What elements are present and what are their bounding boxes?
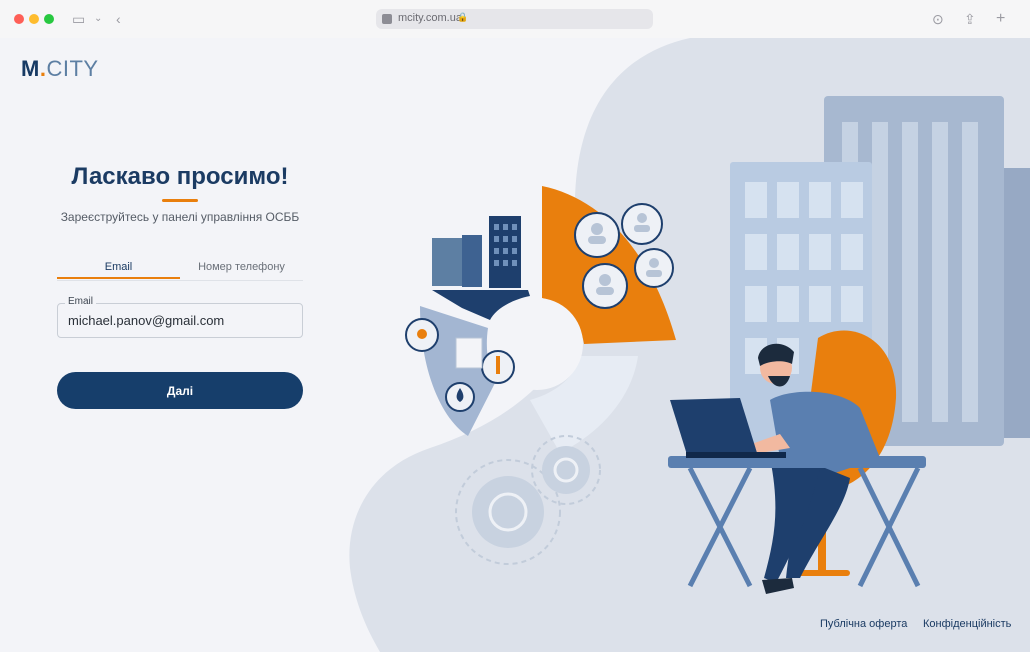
active-tab-indicator bbox=[57, 277, 180, 279]
email-input[interactable] bbox=[68, 311, 292, 329]
close-window-button[interactable] bbox=[14, 14, 24, 24]
minimize-window-button[interactable] bbox=[29, 14, 39, 24]
email-field-label: Email bbox=[65, 296, 97, 307]
login-method-tabs: Email Номер телефону bbox=[57, 258, 303, 281]
chevron-down-icon[interactable]: ⌄ bbox=[94, 10, 102, 28]
share-icon[interactable]: ⇪ bbox=[964, 10, 976, 28]
title-underline bbox=[162, 199, 198, 202]
sidebar-icon[interactable]: ▭ bbox=[72, 10, 85, 28]
email-field: Email bbox=[57, 296, 303, 338]
address-url: mcity.com.ua bbox=[398, 12, 462, 24]
logo-city: CITY bbox=[46, 56, 99, 81]
page-content: M.CITY Ласкаво просимо! Зареєструйтесь у… bbox=[0, 38, 1030, 652]
next-button[interactable]: Далі bbox=[57, 372, 303, 409]
hero-illustration bbox=[349, 38, 1030, 652]
back-icon[interactable]: ‹ bbox=[116, 10, 121, 28]
tab-phone[interactable]: Номер телефону bbox=[180, 261, 303, 273]
privacy-link[interactable]: Конфіденційність bbox=[923, 618, 1011, 630]
favicon-icon bbox=[382, 14, 392, 24]
new-tab-icon[interactable]: + bbox=[996, 10, 1005, 28]
browser-toolbar: ▭ ⌄ ‹ mcity.com.ua 🔒 ⊙ ⇪ + bbox=[0, 0, 1030, 39]
lock-icon: 🔒 bbox=[457, 12, 469, 22]
mcity-logo[interactable]: M.CITY bbox=[21, 56, 99, 82]
maximize-window-button[interactable] bbox=[44, 14, 54, 24]
public-offer-link[interactable]: Публічна оферта bbox=[820, 618, 907, 630]
logo-m: M bbox=[21, 56, 40, 81]
tab-email[interactable]: Email bbox=[57, 261, 180, 273]
download-icon[interactable]: ⊙ bbox=[932, 10, 944, 28]
address-bar[interactable]: mcity.com.ua 🔒 bbox=[376, 9, 653, 29]
browser-window: ▭ ⌄ ‹ mcity.com.ua 🔒 ⊙ ⇪ + M.CITY Ласкав… bbox=[0, 0, 1030, 652]
page-subtitle: Зареєструйтесь у панелі управління ОСББ bbox=[60, 210, 300, 224]
page-title: Ласкаво просимо! bbox=[71, 163, 289, 190]
